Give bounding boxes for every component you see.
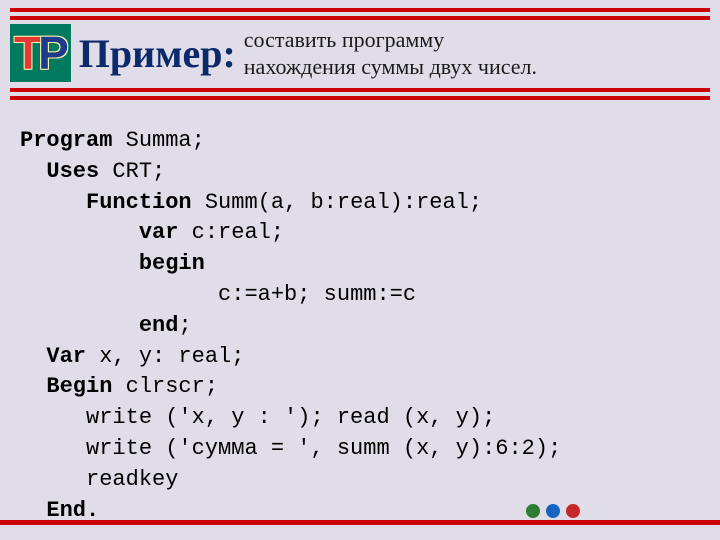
- divider-top-2: [10, 16, 710, 20]
- code-text: write ('сумма = ', summ (x, y):6:2);: [86, 436, 561, 461]
- header-content: TP Пример: составить программу нахождени…: [10, 24, 710, 82]
- kw-function: Function: [86, 190, 192, 215]
- divider-top-1: [10, 8, 710, 12]
- kw-begin: begin: [139, 251, 205, 276]
- code-text: CRT;: [99, 159, 165, 184]
- tp-logo: TP: [10, 24, 71, 82]
- code-listing: Program Summa; Uses CRT; Function Summ(a…: [0, 114, 720, 536]
- kw-var2: Var: [46, 344, 86, 369]
- code-text: clrscr;: [112, 374, 218, 399]
- kw-end2: End.: [46, 498, 99, 523]
- logo-letter-t: T: [14, 27, 38, 79]
- decorative-dots: [526, 504, 580, 518]
- dot-blue-icon: [546, 504, 560, 518]
- code-text: c:real;: [178, 220, 284, 245]
- code-text: c:=a+b; summ:=c: [218, 282, 416, 307]
- slide-header: TP Пример: составить программу нахождени…: [0, 0, 720, 114]
- code-text: write ('x, y : '); read (x, y);: [86, 405, 495, 430]
- dot-green-icon: [526, 504, 540, 518]
- subtitle-line-2: нахождения суммы двух чисел.: [244, 54, 537, 79]
- kw-end: end: [139, 313, 179, 338]
- divider-top-4: [10, 96, 710, 100]
- logo-letter-p: P: [38, 27, 67, 79]
- code-text: readkey: [86, 467, 178, 492]
- slide-title: Пример:: [79, 30, 236, 77]
- code-text: x, y: real;: [86, 344, 244, 369]
- code-text: Summa;: [112, 128, 204, 153]
- slide-subtitle: составить программу нахождения суммы дву…: [244, 26, 710, 81]
- subtitle-line-1: составить программу: [244, 27, 444, 52]
- kw-var: var: [139, 220, 179, 245]
- code-text: Summ(a, b:real):real;: [192, 190, 482, 215]
- kw-begin2: Begin: [46, 374, 112, 399]
- divider-top-3: [10, 88, 710, 92]
- divider-bottom: [0, 520, 720, 525]
- code-text: ;: [178, 313, 191, 338]
- kw-uses: Uses: [46, 159, 99, 184]
- kw-program: Program: [20, 128, 112, 153]
- dot-red-icon: [566, 504, 580, 518]
